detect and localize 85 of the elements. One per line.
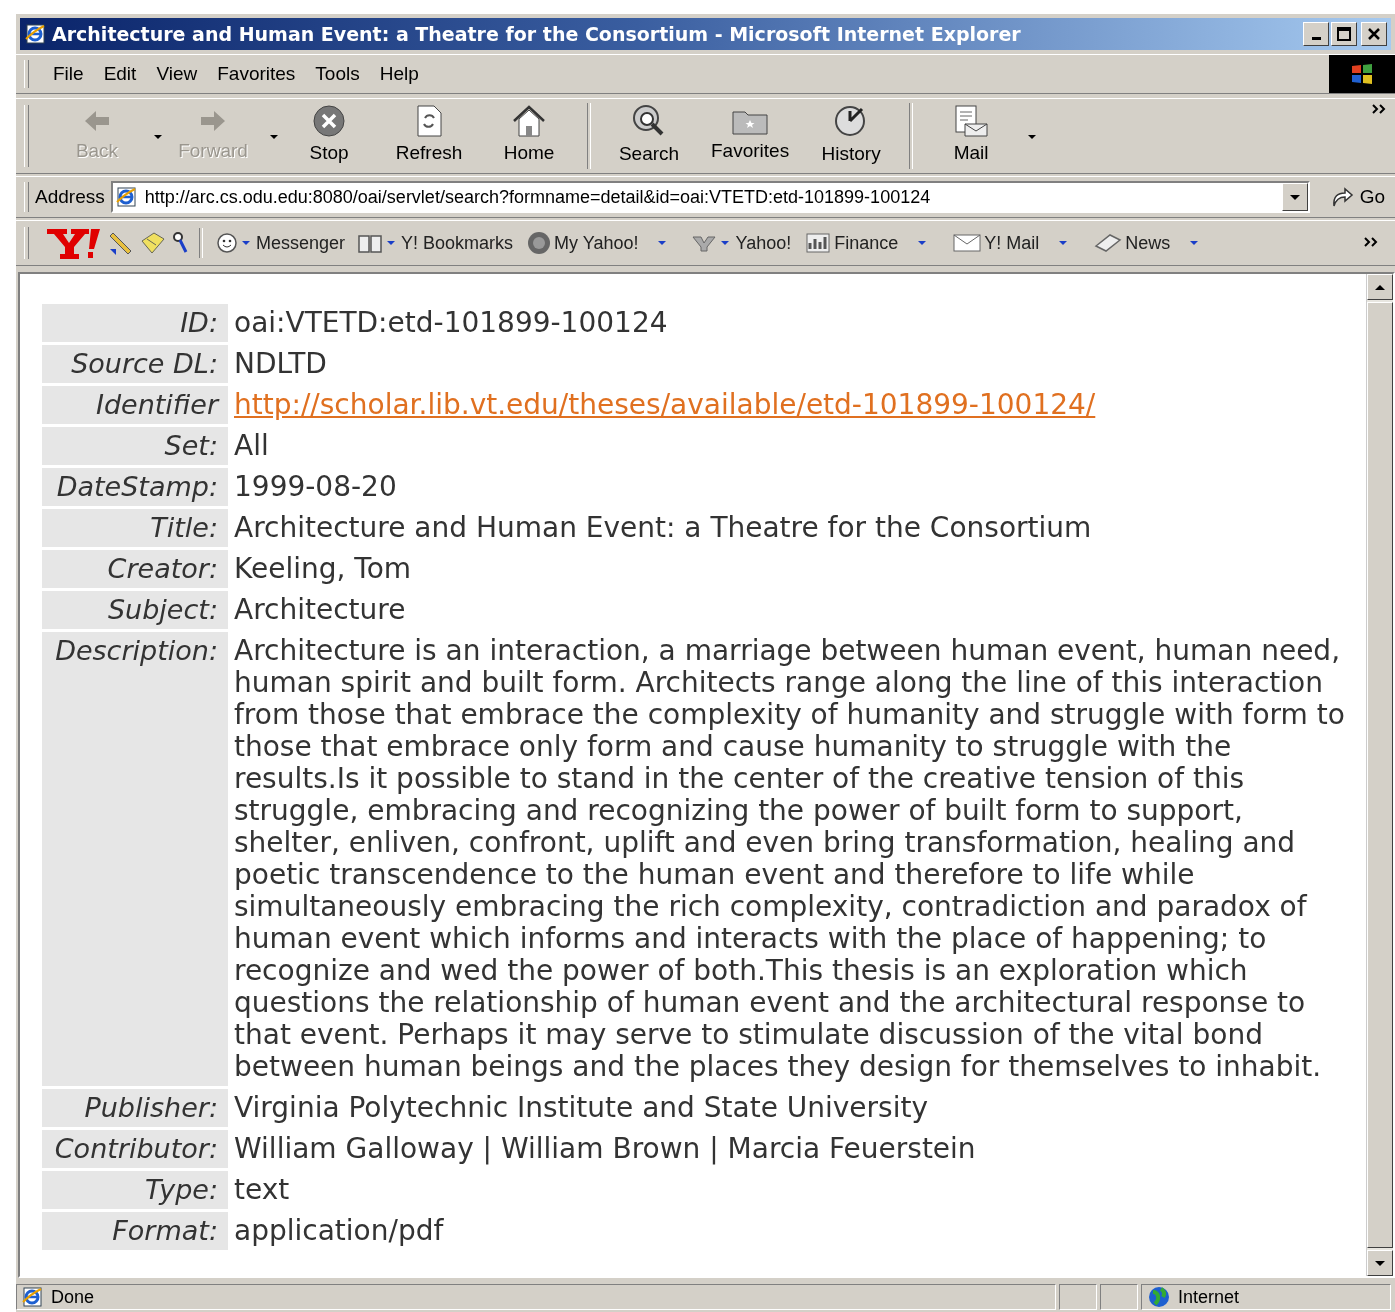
scroll-up-button[interactable] — [1367, 274, 1393, 300]
menu-item[interactable]: View — [146, 59, 208, 89]
field-label: Set: — [42, 427, 228, 465]
toolbar-button[interactable]: Favorites — [699, 106, 802, 166]
toolbar-button[interactable]: Refresh — [379, 104, 479, 168]
browser-logo-icon — [24, 23, 46, 45]
field-value: Architecture and Human Event: a Theatre for the Consortium — [234, 511, 1092, 544]
menu-item[interactable]: Tools — [305, 59, 370, 89]
field-value: 1999-08-20 — [234, 470, 397, 503]
refresh-icon — [414, 104, 444, 138]
minimize-button[interactable] — [1303, 22, 1329, 46]
down-arrow-icon — [1374, 1259, 1386, 1267]
maximize-button[interactable] — [1331, 22, 1357, 46]
field-label: Title: — [42, 509, 228, 547]
minimize-icon — [1311, 37, 1321, 40]
field-value: All — [234, 429, 269, 462]
link-button[interactable]: Finance — [803, 232, 901, 254]
field-label: Type: — [42, 1171, 228, 1209]
field-label: Description: — [42, 632, 228, 1086]
toolbar-button[interactable]: History — [801, 103, 902, 169]
caret-icon — [1288, 193, 1301, 201]
link-button[interactable]: Yahoo! — [733, 232, 794, 254]
field-label: DateStamp: — [42, 468, 228, 506]
globe-icon — [1148, 1286, 1170, 1308]
address-label: Address — [35, 186, 105, 208]
maximize-icon — [1337, 27, 1351, 41]
field-value: text — [234, 1173, 290, 1206]
menu-item[interactable]: Edit — [93, 59, 147, 89]
menu-item[interactable]: Help — [369, 59, 429, 89]
address-field[interactable]: http://arc.cs.odu.edu:8080/oai/servlet/search?formname=detail&id=oai:VTETD:etd-101899-100124 — [110, 181, 1310, 213]
menu-item[interactable]: Favorites — [207, 59, 306, 89]
chart-icon — [805, 232, 832, 254]
field-label: Contributor: — [42, 1130, 228, 1168]
field-label: Subject: — [42, 591, 228, 629]
go-button[interactable]: Go — [1315, 186, 1395, 208]
dropdown-button[interactable] — [1281, 183, 1308, 211]
status-panel — [1100, 1284, 1138, 1310]
toolbar-button[interactable]: Stop — [279, 104, 379, 168]
yahoo-logo-icon[interactable] — [45, 226, 103, 260]
toolbar-button[interactable]: Search — [599, 103, 699, 169]
window-title: Architecture and Human Event: a Theatre for the Consortium - Microsoft Internet Explorer — [52, 23, 1022, 45]
menu-item[interactable]: File — [43, 59, 94, 89]
link-button[interactable]: Y! Bookmarks — [399, 232, 516, 254]
chevron-icon[interactable] — [1363, 236, 1379, 248]
field-value: Architecture — [234, 593, 406, 626]
toolbar-button[interactable]: Mail — [921, 104, 1022, 168]
windows-flag-icon — [1349, 62, 1375, 86]
scroll-down-button[interactable] — [1367, 1250, 1393, 1276]
page-icon — [21, 1286, 43, 1308]
field-value: Virginia Polytechnic Institute and State University — [234, 1091, 929, 1124]
field-label: Format: — [42, 1212, 228, 1250]
badge-icon — [527, 231, 552, 255]
home-icon — [511, 104, 547, 138]
close-icon — [1367, 27, 1381, 41]
field-value: NDLTD — [234, 347, 327, 380]
zone-text: Internet — [1178, 1286, 1240, 1308]
chevron-icon[interactable] — [1371, 103, 1387, 115]
field-label: Identifier — [42, 386, 228, 424]
field-value: William Galloway | William Brown | Marcia Feuerstein — [234, 1132, 976, 1165]
page-icon — [114, 186, 137, 208]
book-icon — [357, 232, 384, 254]
field-label: Source DL: — [42, 345, 228, 383]
stop-icon — [312, 104, 346, 138]
field-value: oai:VTETD:etd-101899-100124 — [234, 306, 668, 339]
smiley-icon — [216, 232, 238, 254]
field-value: application/pdf — [234, 1214, 444, 1247]
envelope-icon — [953, 233, 982, 253]
link-button[interactable]: Messenger — [254, 232, 348, 254]
up-arrow-icon — [1374, 283, 1386, 291]
close-button[interactable] — [1361, 22, 1387, 46]
field-label: ID: — [42, 304, 228, 342]
field-label: Creator: — [42, 550, 228, 588]
link-button[interactable]: My Yahoo! — [525, 231, 641, 255]
link-button[interactable]: News — [1092, 232, 1173, 254]
dropdown-caret-icon[interactable] — [1027, 134, 1038, 140]
mail-icon — [953, 104, 990, 138]
link-button[interactable]: Y! Mail — [951, 232, 1042, 254]
status-text: Done — [51, 1286, 95, 1308]
field-label: Publisher: — [42, 1089, 228, 1127]
toolbar-button[interactable]: Home — [479, 104, 579, 168]
logo-icon — [691, 233, 718, 253]
field-value: Architecture is an interaction, a marriage between human event, human need, human spirit and built form. Architects range along the line of this interaction from those that embrace the complexity of humanity and struggle with form to those that embrace only form and cause humanity to struggle with the results.Is it possible to stand in the center of the creative tension of this struggle, embracing and recognizing the power of built form to support, shelter, enliven, confront, uplift and even bring transformation, healing and poetic transcendence to the human event and therefore to life while simultaneously embracing the rich complexity, contradiction and paradox of human event which informs and interacts with the place of happening; to recognize and wed the power of both.This thesis is an exploration which questions the relationship of human event and the architectural response to that event. Perhaps it may serve to stimulate discussion of the vital bond between human beings and the places they design for themselves to inhabit. — [234, 634, 1345, 1083]
scrollbar-thumb[interactable] — [1367, 302, 1393, 1248]
status-panel — [1059, 1284, 1097, 1310]
field-value: Keeling, Tom — [234, 552, 412, 585]
